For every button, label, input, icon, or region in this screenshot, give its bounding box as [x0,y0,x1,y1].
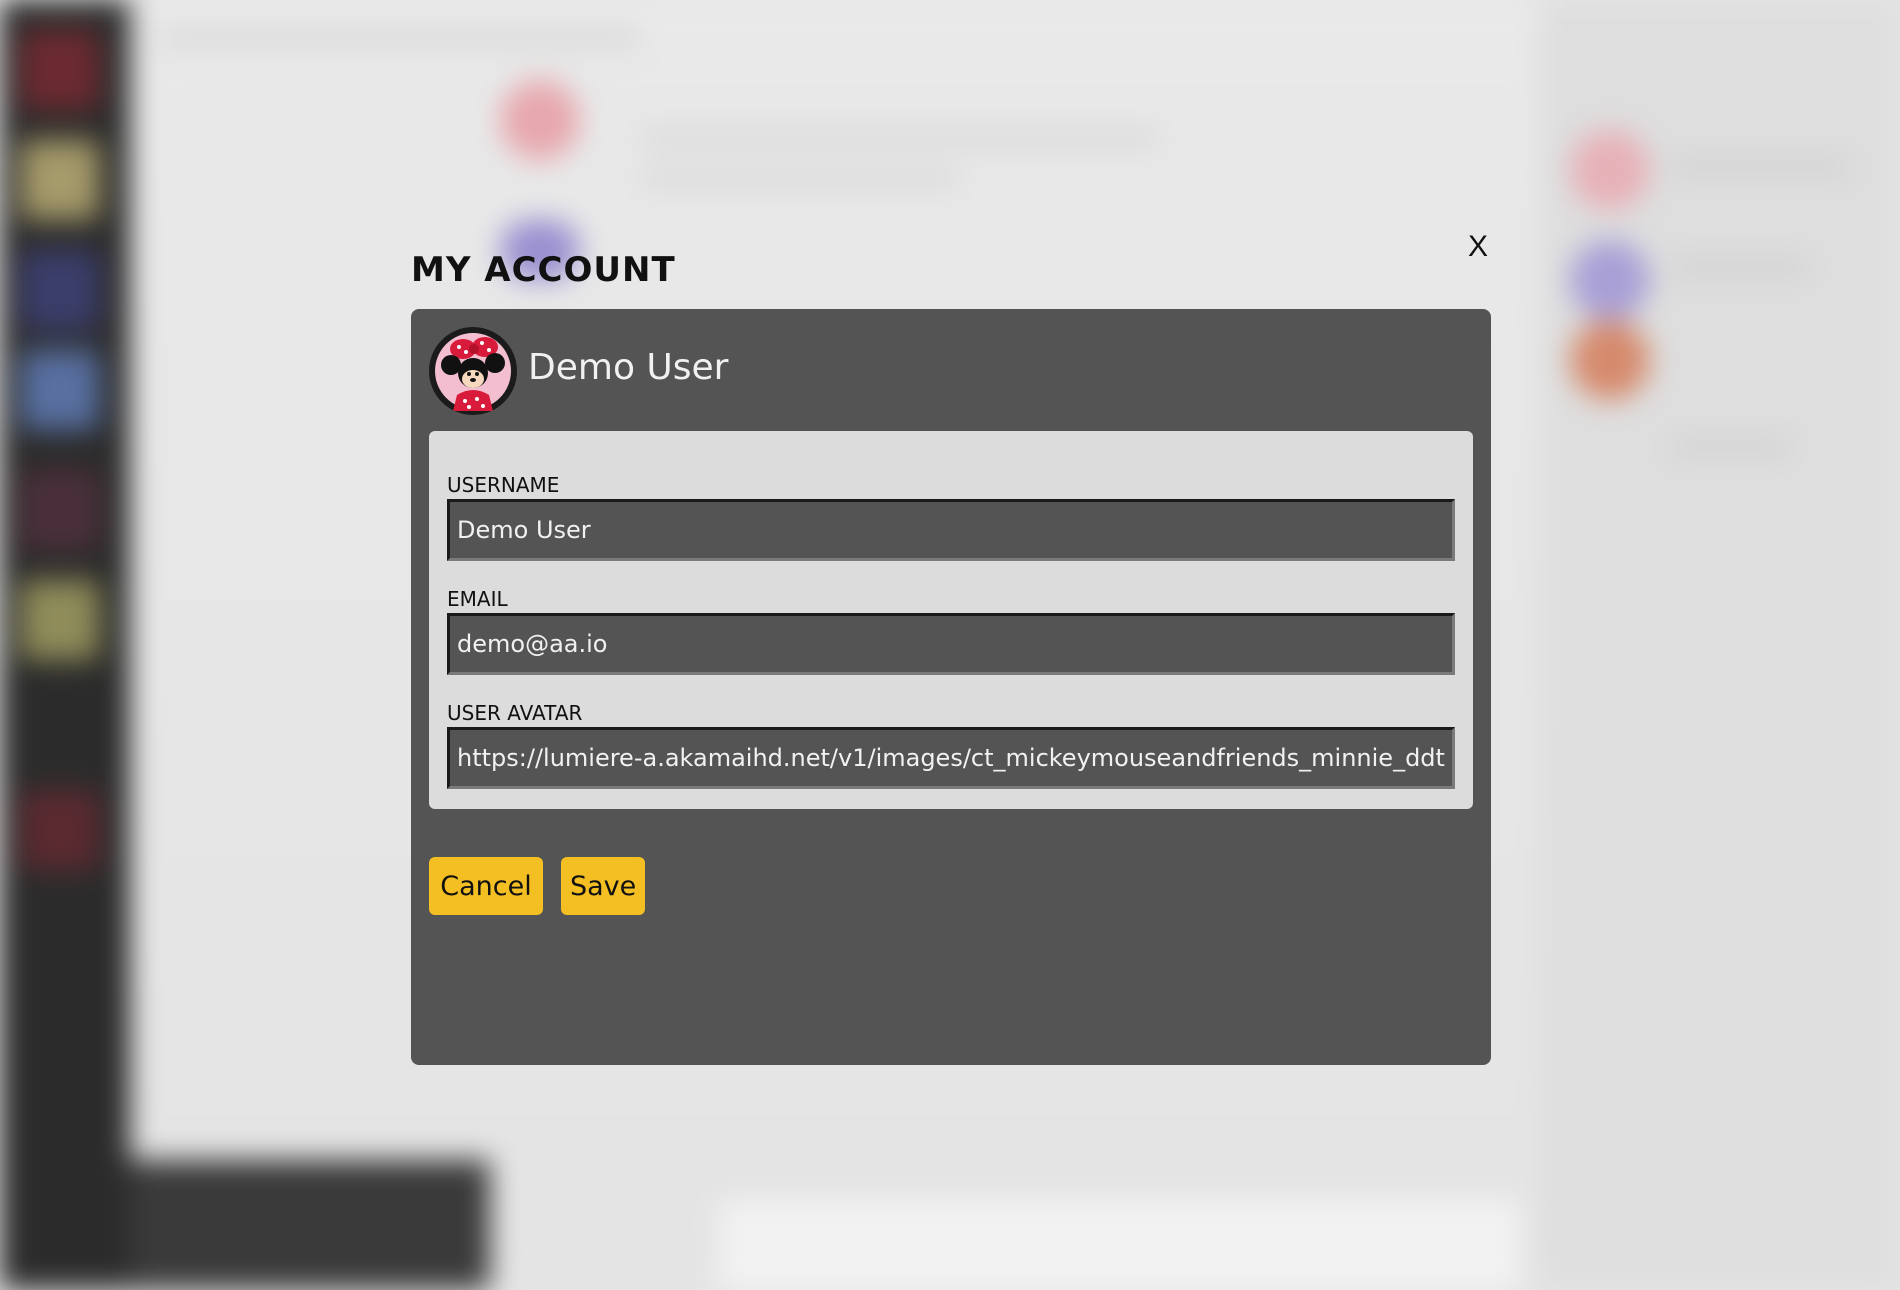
display-name: Demo User [528,347,729,388]
email-field[interactable] [447,613,1455,675]
background-sidebar [0,0,130,1290]
account-panel: Demo User USERNAME EMAIL USER AVATAR Can… [411,309,1491,1065]
background-right-column [1540,0,1900,1290]
email-label: EMAIL [447,587,508,611]
close-button[interactable]: X [1468,230,1488,264]
user-avatar [429,327,517,415]
save-button[interactable]: Save [561,857,645,915]
username-label: USERNAME [447,473,560,497]
account-form: USERNAME EMAIL USER AVATAR [429,431,1473,809]
username-field[interactable] [447,499,1455,561]
minnie-mouse-icon [441,337,505,411]
avatar-url-field[interactable] [447,727,1455,789]
avatar-url-label: USER AVATAR [447,701,583,725]
modal-title: My Account [411,250,676,290]
cancel-button[interactable]: Cancel [429,857,543,915]
background-footer-block [130,1160,490,1290]
